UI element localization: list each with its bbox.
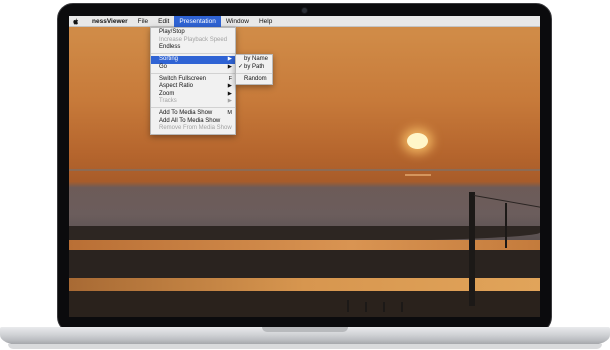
horizon-line — [69, 169, 540, 171]
submenu-arrow-icon: ▶ — [227, 63, 232, 70]
menu-item-label: Sorting — [159, 56, 179, 63]
menu-item-label: Aspect Ratio — [159, 83, 194, 90]
menu-item-label: Play/Stop — [159, 29, 185, 35]
menu-help[interactable]: Help — [254, 16, 277, 27]
menu-shortcut: F — [228, 75, 232, 82]
submenu-arrow-icon: ▶ — [227, 56, 232, 63]
menu-item-label: Zoom — [159, 90, 175, 97]
menu-bar: nessViewer File Edit Presentation Window… — [69, 16, 540, 27]
submenu-item-by-name[interactable]: by Name — [236, 56, 272, 64]
menu-separator — [151, 72, 235, 74]
submenu-arrow-icon: ▶ — [227, 83, 232, 90]
menu-item-label: by Path — [244, 63, 265, 70]
apple-logo-icon[interactable] — [72, 18, 79, 25]
menu-item-label: by Name — [244, 56, 269, 62]
menu-item-play-stop[interactable]: Play/Stop — [151, 29, 235, 37]
menu-item-label: Endless — [159, 44, 181, 50]
menu-item-go[interactable]: Go ▶ — [151, 64, 235, 72]
fence-post — [383, 302, 385, 312]
menu-item-endless[interactable]: Endless — [151, 44, 235, 52]
menu-edit[interactable]: Edit — [153, 16, 174, 27]
menu-item-tracks: Tracks ▶ — [151, 98, 235, 106]
menu-item-label: Add To Media Show — [159, 110, 213, 117]
menu-separator — [151, 107, 235, 109]
submenu-arrow-icon: ▶ — [227, 98, 232, 105]
fence-post — [401, 302, 403, 312]
menu-separator — [151, 53, 235, 55]
menu-window[interactable]: Window — [221, 16, 254, 27]
menu-item-label: Add All To Media Show — [159, 117, 221, 124]
menu-shortcut: M — [227, 110, 232, 117]
menu-item-zoom[interactable]: Zoom ▶ — [151, 91, 235, 99]
sorting-submenu: by Name ✓ by Path Random — [235, 54, 273, 86]
menu-item-add-to-media-show[interactable]: Add To Media Show M — [151, 110, 235, 118]
menu-item-sorting[interactable]: Sorting ▶ — [151, 56, 235, 64]
submenu-item-by-path[interactable]: ✓ by Path — [236, 64, 272, 72]
submenu-item-random[interactable]: Random — [236, 76, 272, 84]
menu-item-label: Tracks — [159, 98, 177, 105]
fence-post — [505, 203, 507, 248]
menu-file[interactable]: File — [133, 16, 153, 27]
laptop-base-shadow — [8, 344, 602, 349]
menu-item-switch-fullscreen[interactable]: Switch Fullscreen F — [151, 76, 235, 84]
menu-separator — [236, 72, 272, 74]
laptop-notch — [262, 327, 348, 332]
fence-post — [469, 192, 475, 306]
sun-reflection — [405, 174, 431, 176]
menu-item-increase-playback-speed: Increase Playback Speed — [151, 37, 235, 45]
menu-item-label: Random — [244, 75, 267, 82]
menu-presentation[interactable]: Presentation — [174, 16, 221, 27]
menu-item-label: Switch Fullscreen — [159, 75, 207, 82]
checkmark-icon: ✓ — [238, 63, 244, 70]
menu-item-aspect-ratio[interactable]: Aspect Ratio ▶ — [151, 83, 235, 91]
menu-item-label: Increase Playback Speed — [159, 36, 228, 43]
sun — [407, 133, 428, 149]
menu-item-label: Go — [159, 63, 168, 70]
camera-icon — [302, 8, 307, 13]
menu-item-remove-from-media-show: Remove From Media Show — [151, 125, 235, 133]
menu-item-label: Remove From Media Show — [159, 125, 232, 132]
submenu-arrow-icon: ▶ — [227, 90, 232, 97]
screen: nessViewer File Edit Presentation Window… — [69, 16, 540, 317]
presentation-menu: Play/Stop Increase Playback Speed Endles… — [150, 27, 236, 135]
menu-app-name[interactable]: nessViewer — [87, 16, 133, 27]
menu-item-add-all-to-media-show[interactable]: Add All To Media Show — [151, 118, 235, 126]
fence-post — [365, 302, 367, 312]
fence-post — [347, 300, 349, 312]
